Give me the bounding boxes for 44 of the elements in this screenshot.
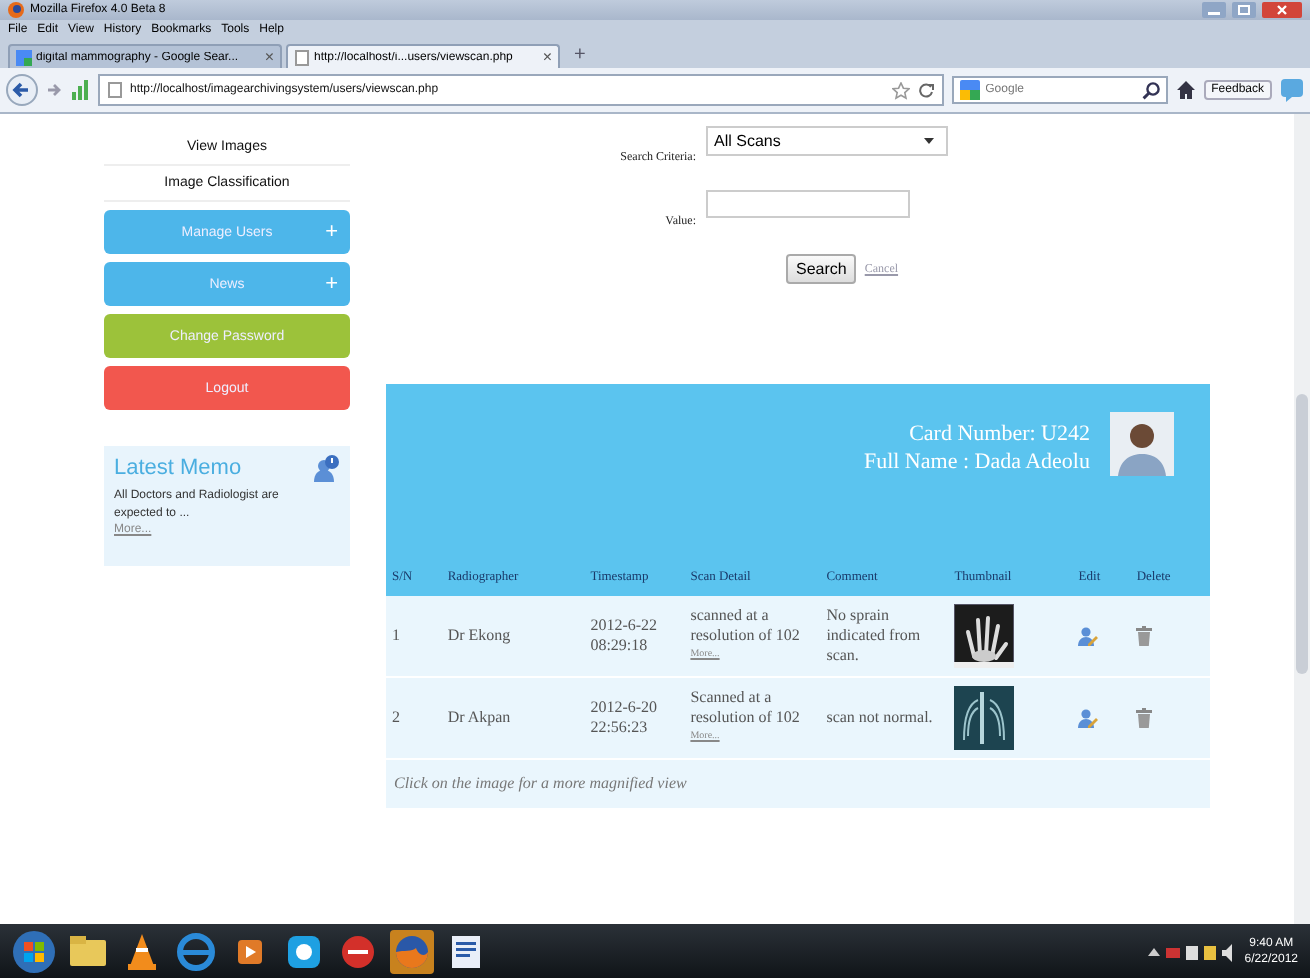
scan-detail-text: scanned at a resolution of 102 [690,606,802,646]
page-icon [16,49,32,65]
new-tab-button[interactable]: + [564,44,596,68]
dropdown-caret-icon [924,138,934,144]
value-input-field[interactable] [706,190,910,218]
e-logo-icon[interactable] [174,929,218,973]
table-cell: 2 [386,677,442,759]
search-engine-logo-icon [959,80,980,100]
table-cell: Dr Akpan [441,677,585,759]
memo-title: Latest Memo [114,456,242,480]
avatar-silhouette-icon [1110,412,1174,476]
table-cell: 2012-6-20 22:56:23 [584,677,685,759]
search-icon[interactable] [1141,81,1160,99]
user-pencil-icon[interactable] [1078,708,1099,728]
start-orb-icon[interactable] [12,929,56,973]
user-pencil-icon[interactable] [1078,626,1099,646]
table-cell: 1 [386,596,442,677]
page-icon [294,49,310,65]
refresh-icon[interactable] [917,82,934,98]
fox-globe-icon[interactable] [390,929,434,973]
tab-close-button[interactable]: × [542,48,552,66]
trash-icon[interactable] [1136,626,1153,646]
card-number: Card Number: U242 [907,420,1090,448]
page-icon [108,82,122,98]
table-cell: scan not normal. [820,677,949,759]
scan-detail-text: Scanned at a resolution of 102 [690,688,802,728]
tab-close-button[interactable]: × [264,48,274,66]
search-button[interactable]: Search [786,254,857,284]
home-icon[interactable] [1175,80,1196,100]
xray-thumbnail[interactable] [954,604,1015,668]
hint-text: Click on the image for a more magnified view [392,772,689,796]
table-cell: No sprain indicated from scan. [820,596,949,677]
close-icon[interactable] [1262,2,1302,18]
scrollbar[interactable] [1294,114,1310,924]
tray-icons [1146,941,1235,961]
xray-thumbnail[interactable] [954,686,1015,750]
star-icon[interactable] [891,81,910,99]
table-cell: Dr Ekong [441,596,585,677]
fox-logo-icon [8,2,24,18]
criteria-dropdown[interactable]: All Scans [706,126,948,156]
trash-icon[interactable] [1136,708,1153,728]
person-alert-icon [312,454,340,482]
table-cell: 2012-6-22 08:29:18 [584,596,685,677]
full-name: Full Name : Dada Adeolu [863,448,1090,476]
